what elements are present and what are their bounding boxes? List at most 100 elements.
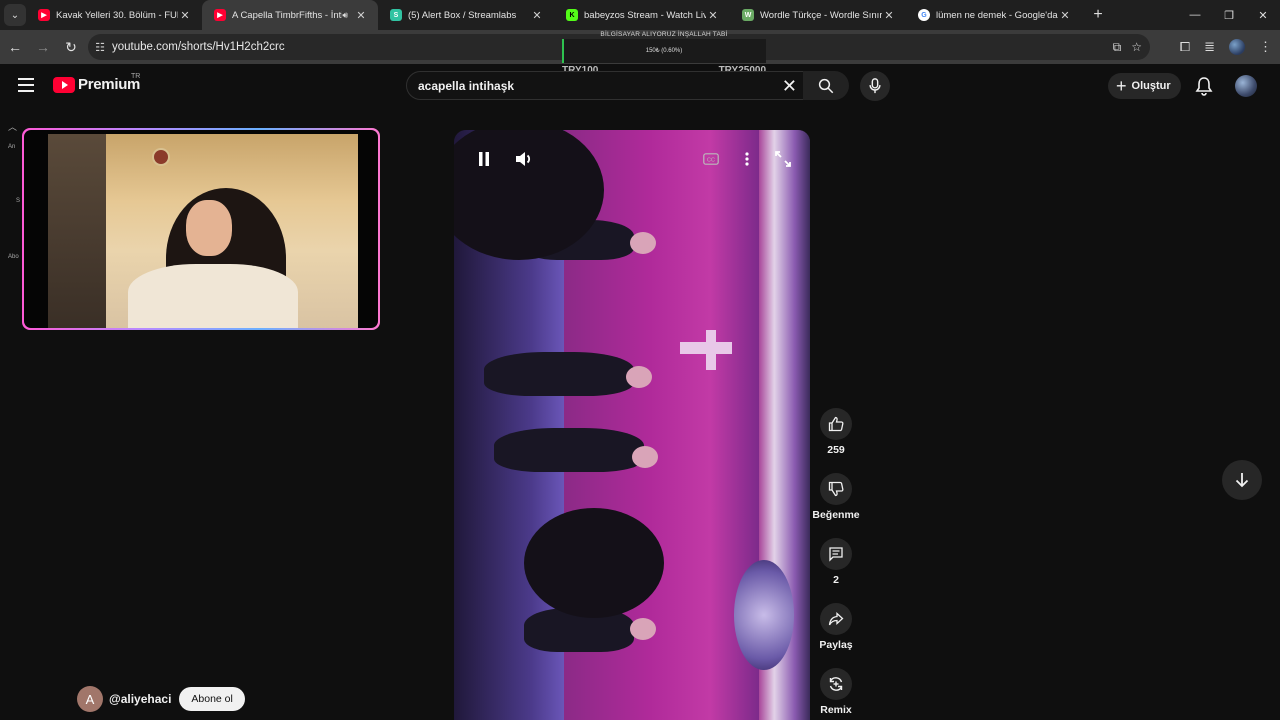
search-box: ✕ xyxy=(406,71,806,100)
pause-button[interactable] xyxy=(474,148,494,170)
tab-close-icon[interactable]: ✕ xyxy=(178,9,192,22)
tab-title: Wordle Türkçe - Wordle Sınırsız xyxy=(760,9,882,21)
channel-handle[interactable]: @aliyehaci xyxy=(109,692,171,706)
forward-arrow-icon[interactable]: → xyxy=(30,34,56,60)
dislike-button[interactable]: Beğenme xyxy=(810,473,862,521)
remix-button[interactable]: Remix xyxy=(810,668,862,716)
remix-icon xyxy=(829,677,843,691)
minimize-icon[interactable]: — xyxy=(1178,0,1212,30)
create-label: Oluştur xyxy=(1131,80,1171,92)
voice-search-button[interactable] xyxy=(860,71,890,101)
microphone-icon xyxy=(869,78,881,94)
search-input[interactable] xyxy=(418,78,758,93)
browser-tab-3[interactable]: S (5) Alert Box / Streamlabs ✕ xyxy=(378,0,554,30)
wall-clock-image xyxy=(152,148,170,166)
bookmark-star-icon[interactable]: ☆ xyxy=(1131,40,1142,54)
tab-title: babeyzos Stream - Watch Live o xyxy=(584,9,706,21)
account-avatar[interactable] xyxy=(1235,75,1257,97)
expand-icon xyxy=(775,151,791,167)
window-close-icon[interactable]: ✕ xyxy=(1246,0,1280,30)
restore-icon[interactable]: ❐ xyxy=(1212,0,1246,30)
google-favicon-icon: G xyxy=(918,9,930,21)
webcam-video xyxy=(48,134,358,328)
site-info-icon[interactable]: ☷ xyxy=(88,41,112,54)
tab-close-icon[interactable]: ✕ xyxy=(1058,9,1072,22)
browser-tab-5[interactable]: W Wordle Türkçe - Wordle Sınırsız ✕ xyxy=(730,0,906,30)
plus-icon: + xyxy=(1116,76,1127,96)
captions-button[interactable]: CC xyxy=(702,150,720,168)
youtube-favicon-icon: ▶ xyxy=(38,9,50,21)
channel-avatar[interactable]: A xyxy=(77,686,103,712)
extensions-puzzle-icon[interactable]: ⧠ xyxy=(1180,39,1190,55)
like-count: 259 xyxy=(827,444,845,456)
thumbs-up-icon xyxy=(828,416,844,432)
reload-icon[interactable]: ↻ xyxy=(58,34,84,60)
create-button[interactable]: + Oluştur xyxy=(1108,73,1181,99)
youtube-masthead: Premium TR ✕ + Oluştur xyxy=(0,64,1280,108)
shorts-video-player[interactable]: CC xyxy=(454,130,810,720)
goal-progress-text: 150₺ (0.60%) xyxy=(645,48,683,54)
guide-menu-icon[interactable] xyxy=(18,78,34,92)
wordle-favicon-icon: W xyxy=(742,9,754,21)
tab-audio-icon[interactable]: 🔊︎ xyxy=(342,10,348,21)
goal-title: BİLGİSAYAR ALIYORUZ İNŞALLAH TABİ xyxy=(600,31,728,38)
browser-tab-4[interactable]: K babeyzos Stream - Watch Live o ✕ xyxy=(554,0,730,30)
url-text[interactable]: youtube.com/shorts/Hv1H2ch2crc xyxy=(112,41,285,53)
volume-button[interactable] xyxy=(512,148,536,170)
browser-tab-6[interactable]: G lümen ne demek - Google'da A ✕ xyxy=(906,0,1082,30)
channel-info: A @aliyehaci Abone ol xyxy=(77,686,245,712)
more-options-kebab-icon[interactable] xyxy=(740,148,754,170)
streamer-webcam-overlay xyxy=(22,128,380,330)
comment-icon xyxy=(829,547,843,562)
comments-button[interactable]: 2 xyxy=(810,538,862,586)
svg-text:CC: CC xyxy=(707,158,715,164)
tab-title: lümen ne demek - Google'da A xyxy=(936,9,1058,21)
back-arrow-icon[interactable]: ← xyxy=(2,34,28,60)
guide-item-label[interactable]: An xyxy=(8,144,15,150)
search-icon xyxy=(818,78,834,93)
subscribe-button[interactable]: Abone ol xyxy=(179,687,245,711)
cast-install-icon[interactable]: ⧉ xyxy=(1113,40,1122,55)
volume-icon xyxy=(516,152,531,166)
profile-avatar[interactable] xyxy=(1229,39,1245,55)
media-control-icon[interactable]: ≣ xyxy=(1204,39,1215,55)
search-button[interactable] xyxy=(803,71,849,100)
browser-tab-2-active[interactable]: ▶ A Capella TimbrFifths - İntih 🔊︎ ✕ xyxy=(202,0,378,30)
arrow-down-icon xyxy=(1235,473,1249,488)
closed-captions-icon: CC xyxy=(703,153,719,165)
comment-count: 2 xyxy=(833,574,839,586)
pause-icon xyxy=(479,152,489,166)
browser-tab-strip: ⌄ ▶ Kavak Yelleri 30. Bölüm - FULL B ✕ ▶… xyxy=(0,0,1280,30)
youtube-favicon-icon: ▶ xyxy=(214,9,226,21)
guide-collapse-chevron-icon[interactable]: ︿ xyxy=(8,120,17,133)
guide-item-label[interactable]: S xyxy=(16,198,20,204)
browser-menu-kebab-icon[interactable]: ⋮ xyxy=(1259,39,1272,55)
tab-close-icon[interactable]: ✕ xyxy=(882,9,896,22)
notifications-bell-icon[interactable] xyxy=(1195,76,1213,101)
youtube-premium-logo[interactable]: Premium TR xyxy=(53,73,140,93)
share-label: Paylaş xyxy=(819,639,853,651)
clear-search-icon[interactable]: ✕ xyxy=(782,76,797,96)
like-button[interactable]: 259 xyxy=(810,408,862,456)
next-short-button[interactable] xyxy=(1222,460,1262,500)
window-controls: — ❐ ✕ xyxy=(1178,0,1280,30)
share-arrow-icon xyxy=(828,612,844,626)
tab-close-icon[interactable]: ✕ xyxy=(706,9,720,22)
browser-tab-1[interactable]: ▶ Kavak Yelleri 30. Bölüm - FULL B ✕ xyxy=(26,0,202,30)
tab-title: (5) Alert Box / Streamlabs xyxy=(408,9,517,21)
tab-search-button[interactable]: ⌄ xyxy=(4,4,26,26)
youtube-play-logo-icon xyxy=(53,76,75,93)
tab-close-icon[interactable]: ✕ xyxy=(354,9,368,22)
new-tab-plus-icon[interactable]: + xyxy=(1086,6,1110,24)
fullscreen-button[interactable] xyxy=(772,148,794,170)
dislike-label: Beğenme xyxy=(812,509,860,521)
tab-title: Kavak Yelleri 30. Bölüm - FULL B xyxy=(56,9,178,21)
kick-favicon-icon: K xyxy=(566,9,578,21)
thumbs-down-icon xyxy=(828,481,844,497)
share-button[interactable]: Paylaş xyxy=(810,603,862,651)
guide-item-label[interactable]: Abo xyxy=(8,254,19,260)
tab-close-icon[interactable]: ✕ xyxy=(530,9,544,22)
remix-label: Remix xyxy=(820,704,852,716)
goal-progress-bar: 150₺ (0.60%) xyxy=(562,39,766,63)
streamlabs-favicon-icon: S xyxy=(390,9,402,21)
